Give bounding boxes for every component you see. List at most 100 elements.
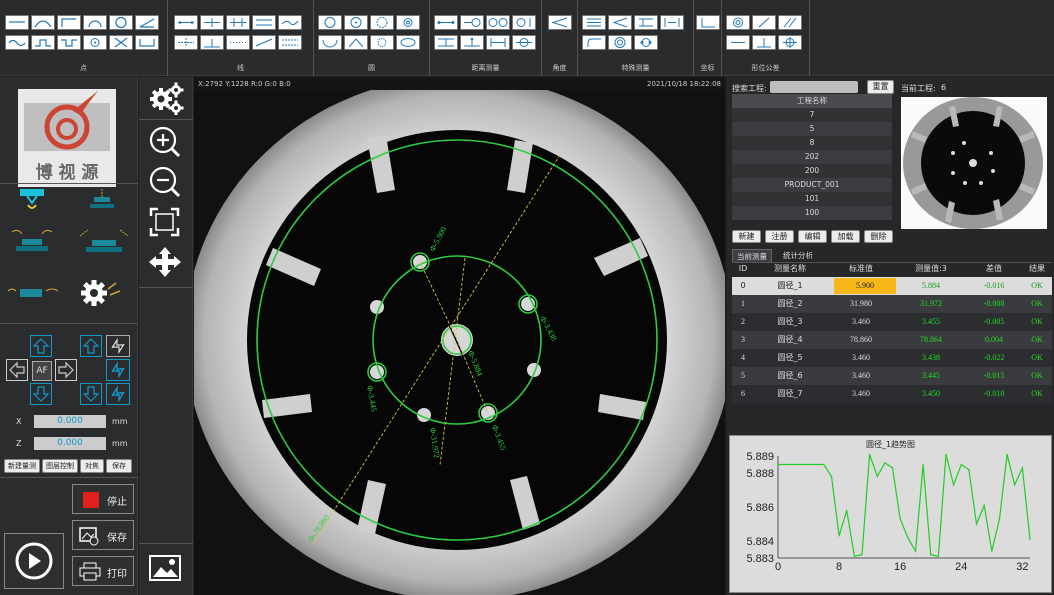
half-circle-point-button[interactable]: [83, 15, 107, 30]
arc-distance-button[interactable]: [512, 35, 536, 50]
edge-line-button[interactable]: [226, 35, 250, 50]
arc-point-button[interactable]: [31, 15, 55, 30]
coordinate-button[interactable]: [696, 15, 720, 30]
parallelism-button[interactable]: [778, 15, 802, 30]
table-row[interactable]: 3 圆径_4 78.860 78.864 0.004 OK: [732, 331, 1052, 349]
delete-project-button[interactable]: 删除: [864, 230, 893, 243]
row-standard[interactable]: 5.900: [834, 278, 896, 294]
concentric-button[interactable]: [608, 35, 632, 50]
fit-view-button[interactable]: [147, 205, 183, 239]
zoom-in-button[interactable]: [147, 125, 183, 159]
stop-button[interactable]: 停止: [72, 484, 134, 514]
corner-point-button[interactable]: [57, 15, 81, 30]
table-row[interactable]: 5 圆径_6 3.460 3.445 -0.015 OK: [732, 367, 1052, 385]
table-row[interactable]: 1 圆径_2 31.980 31.972 -0.008 OK: [732, 295, 1052, 313]
edge-distance-button[interactable]: [486, 35, 510, 50]
angle-point-button[interactable]: [135, 15, 159, 30]
jog-up-button[interactable]: [30, 335, 52, 357]
project-item[interactable]: 101: [732, 192, 892, 206]
camera-view[interactable]: X:2792 Y:1228 R:0 G:0 B:0 2021/10/18 18:…: [194, 77, 725, 595]
slot-point-button[interactable]: [57, 35, 81, 50]
project-item[interactable]: 7: [732, 108, 892, 122]
corner-arc-button[interactable]: [582, 35, 606, 50]
z-step-button[interactable]: [106, 383, 130, 405]
new-project-button[interactable]: 新建: [732, 230, 761, 243]
vertical-line-button[interactable]: [174, 35, 198, 50]
reset-button[interactable]: 重置: [867, 80, 894, 94]
arc-tool-button[interactable]: [318, 35, 342, 50]
special-angle-button[interactable]: [608, 15, 632, 30]
x-position-field[interactable]: 0.000: [34, 415, 106, 428]
focus-button[interactable]: 对焦: [80, 459, 104, 473]
mid-point-button[interactable]: [135, 35, 159, 50]
circle-center-button[interactable]: [370, 15, 394, 30]
search-input[interactable]: [770, 81, 858, 93]
step-point-button[interactable]: [31, 35, 55, 50]
line-tool-button[interactable]: [174, 15, 198, 30]
perpendicular-button[interactable]: [200, 15, 224, 30]
save-image-button[interactable]: 保存: [72, 520, 134, 550]
straightness-button[interactable]: [752, 15, 776, 30]
arc-3pt-button[interactable]: [344, 35, 368, 50]
ellipse-button[interactable]: [396, 35, 420, 50]
jog-right-button[interactable]: [55, 359, 77, 381]
line-line-distance-button[interactable]: [434, 35, 458, 50]
angle-measure-button[interactable]: [548, 15, 572, 30]
roundness-button[interactable]: [726, 15, 750, 30]
circle-line-distance-button[interactable]: [512, 15, 536, 30]
project-item[interactable]: 100: [732, 206, 892, 220]
count-button[interactable]: [634, 35, 658, 50]
ring-light-left-button[interactable]: [8, 224, 56, 256]
settings-button[interactable]: [147, 81, 185, 116]
perpendicularity-button[interactable]: [752, 35, 776, 50]
table-row[interactable]: 4 圆径_5 3.460 3.438 -0.022 OK: [732, 349, 1052, 367]
z-down-button[interactable]: [80, 383, 102, 405]
point-line-distance-button[interactable]: [460, 35, 484, 50]
point-point-distance-button[interactable]: [434, 15, 458, 30]
light-mid-button[interactable]: [84, 187, 120, 217]
center-point-button[interactable]: [83, 35, 107, 50]
project-item[interactable]: PRODUCT_001: [732, 178, 892, 192]
circle-3pt-button[interactable]: [318, 15, 342, 30]
gear-circle-button[interactable]: [370, 35, 394, 50]
jog-left-button[interactable]: [6, 359, 28, 381]
load-project-button[interactable]: 加载: [831, 230, 860, 243]
jog-down-button[interactable]: [30, 383, 52, 405]
register-project-button[interactable]: 注册: [765, 230, 794, 243]
wave-point-button[interactable]: [5, 35, 29, 50]
circle-point-button[interactable]: [109, 15, 133, 30]
point-circle-distance-button[interactable]: [460, 15, 484, 30]
project-item[interactable]: 8: [732, 136, 892, 150]
edit-project-button[interactable]: 编辑: [798, 230, 827, 243]
zoom-out-button[interactable]: [147, 165, 183, 199]
pan-button[interactable]: [147, 245, 183, 279]
project-item[interactable]: 200: [732, 164, 892, 178]
intersect-point-button[interactable]: [109, 35, 133, 50]
multi-line-button[interactable]: [582, 15, 606, 30]
new-measurement-button[interactable]: 新建量测: [4, 459, 40, 473]
project-item[interactable]: 202: [732, 150, 892, 164]
print-button[interactable]: 打印: [72, 556, 134, 586]
z-fast-down-button[interactable]: [106, 359, 130, 381]
run-button[interactable]: [4, 533, 64, 589]
fit-line-button[interactable]: [278, 15, 302, 30]
parallel-button[interactable]: [226, 15, 250, 30]
position-button[interactable]: [778, 35, 802, 50]
point-tool-button[interactable]: [5, 15, 29, 30]
flatness-button[interactable]: [726, 35, 750, 50]
z-up-button[interactable]: [80, 335, 102, 357]
light-top-button[interactable]: [14, 185, 50, 217]
z-fast-up-button[interactable]: [106, 335, 130, 357]
double-line-button[interactable]: [252, 15, 276, 30]
light-settings-button[interactable]: [76, 275, 126, 311]
gap-measure-button[interactable]: [660, 15, 684, 30]
tangent-line-button[interactable]: [200, 35, 224, 50]
offset-line-button[interactable]: [278, 35, 302, 50]
project-item[interactable]: 5: [732, 122, 892, 136]
backlight-button[interactable]: [4, 279, 64, 307]
width-measure-button[interactable]: [634, 15, 658, 30]
table-row[interactable]: 6 圆径_7 3.460 3.450 -0.010 OK: [732, 385, 1052, 403]
angle-line-button[interactable]: [252, 35, 276, 50]
z-position-field[interactable]: 0.000: [34, 437, 106, 450]
table-row[interactable]: 2 圆径_3 3.460 3.455 -0.005 OK: [732, 313, 1052, 331]
